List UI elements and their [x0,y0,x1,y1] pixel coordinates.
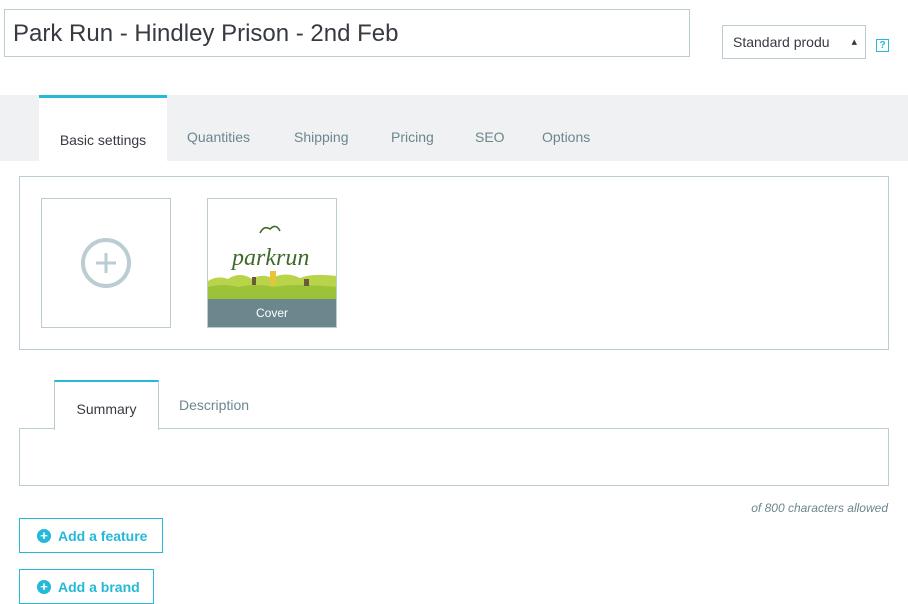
product-type-value: Standard produ [733,34,830,50]
add-brand-label: Add a brand [58,578,140,595]
product-name-input[interactable]: Park Run - Hindley Prison - 2nd Feb [4,9,690,57]
help-icon[interactable]: ? [876,39,889,52]
tab-quantities[interactable]: Quantities [187,95,250,161]
tab-summary[interactable]: Summary [54,380,159,430]
cover-label: Cover [208,299,336,327]
add-brand-button[interactable]: + Add a brand [19,569,154,604]
logo-text: parkrun [230,245,309,271]
parkrun-logo-image: parkrun [208,199,336,299]
plus-circle-icon: + [37,579,51,594]
product-tabs: Basic settings Quantities Shipping Prici… [0,95,908,161]
add-image-dropzone[interactable] [41,198,171,328]
tab-shipping[interactable]: Shipping [294,95,349,161]
add-feature-label: Add a feature [58,527,148,544]
add-circle-icon [81,238,131,288]
tab-seo[interactable]: SEO [475,95,505,161]
plus-circle-icon: + [37,528,51,543]
tab-description[interactable]: Description [179,380,249,429]
select-caret-icon: ▴▾ [851,36,857,48]
product-image-thumbnail[interactable]: parkrun Cover [207,198,337,328]
product-type-select[interactable]: Standard produ ▴▾ [722,25,866,59]
tab-pricing[interactable]: Pricing [391,95,434,161]
summary-editor[interactable] [19,428,889,486]
tab-options[interactable]: Options [542,95,590,161]
tab-basic-settings[interactable]: Basic settings [39,95,167,161]
add-feature-button[interactable]: + Add a feature [19,518,163,553]
char-limit-hint: of 800 characters allowed [751,501,888,515]
